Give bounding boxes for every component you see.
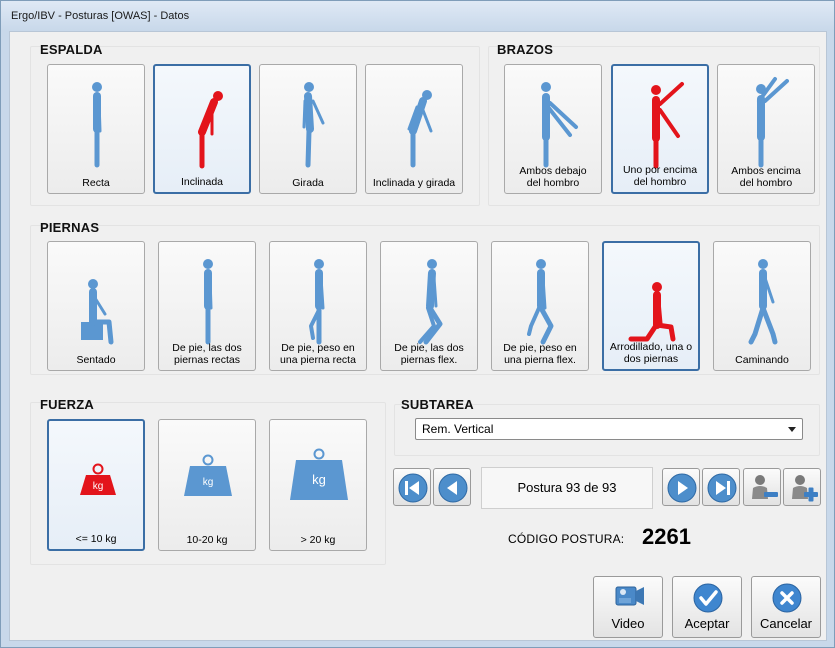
piernas-option-4[interactable]: De pie, las dos piernas flex. bbox=[380, 241, 478, 371]
posture-counter: Postura 93 de 93 bbox=[481, 467, 653, 509]
standing-legs-straight-icon bbox=[203, 259, 213, 345]
espalda-option-label: Inclinada bbox=[180, 176, 224, 188]
piernas-option-label: De pie, peso en una pierna recta bbox=[280, 342, 356, 366]
brazos-option-3[interactable]: Ambos encima del hombro bbox=[717, 64, 815, 194]
skip-last-icon bbox=[707, 473, 737, 503]
fuerza-option-1[interactable]: kg <= 10 kg bbox=[47, 419, 145, 551]
espalda-option-label: Recta bbox=[82, 177, 110, 189]
posture-code-label: CÓDIGO POSTURA: bbox=[508, 532, 625, 546]
espalda-option-3[interactable]: Girada bbox=[259, 64, 357, 194]
twisted-icon bbox=[302, 82, 325, 168]
subtarea-select[interactable]: Rem. Vertical bbox=[415, 418, 803, 440]
piernas-option-label: Caminando bbox=[735, 354, 789, 366]
standing-legs-flexed-icon bbox=[418, 259, 443, 345]
espalda-option-label: Girada bbox=[292, 177, 324, 189]
brazos-option-label: Uno por encima del hombro bbox=[622, 164, 698, 188]
chevron-down-icon[interactable] bbox=[788, 427, 796, 432]
fuerza-title: FUERZA bbox=[40, 397, 94, 412]
window-title: Ergo/IBV - Posturas [OWAS] - Datos bbox=[11, 10, 190, 22]
dialog-client-area: ESPALDA Recta Inclinada Girada Inclinada y … bbox=[9, 31, 827, 641]
piernas-option-label: De pie, las dos piernas rectas bbox=[172, 342, 242, 366]
bent-twisted-icon bbox=[407, 90, 433, 168]
subtarea-title: SUBTAREA bbox=[401, 397, 474, 412]
previous-posture-button[interactable] bbox=[433, 468, 471, 506]
next-posture-button[interactable] bbox=[662, 468, 700, 506]
brazos-option-2[interactable]: Uno por encima del hombro bbox=[611, 64, 709, 194]
espalda-option-4[interactable]: Inclinada y girada bbox=[365, 64, 463, 194]
dialog-window: Ergo/IBV - Posturas [OWAS] - Datos ESPAL… bbox=[0, 0, 835, 648]
posture-code-value: 2261 bbox=[642, 524, 691, 549]
standing-straight-icon bbox=[92, 82, 102, 168]
piernas-option-label: De pie, las dos piernas flex. bbox=[394, 342, 464, 366]
piernas-option-label: Arrodillado, una o dos piernas bbox=[609, 341, 693, 365]
arms-below-icon bbox=[541, 82, 578, 168]
cancel-button[interactable]: Cancelar bbox=[751, 576, 821, 638]
arrow-right-icon bbox=[667, 473, 697, 503]
video-button[interactable]: Video bbox=[593, 576, 663, 638]
espalda-option-label: Inclinada y girada bbox=[372, 177, 456, 189]
one-arm-above-icon bbox=[651, 82, 684, 169]
piernas-option-6[interactable]: Arrodillado, una o dos piernas bbox=[602, 241, 700, 371]
sitting-icon bbox=[81, 279, 114, 345]
both-arms-above-icon bbox=[756, 77, 789, 168]
brazos-option-1[interactable]: Ambos debajo del hombro bbox=[504, 64, 602, 194]
brazos-title: BRAZOS bbox=[497, 42, 554, 57]
piernas-option-1[interactable]: Sentado bbox=[47, 241, 145, 371]
piernas-option-2[interactable]: De pie, las dos piernas rectas bbox=[158, 241, 256, 371]
espalda-title: ESPALDA bbox=[40, 42, 103, 57]
arrow-left-icon bbox=[438, 473, 468, 503]
espalda-option-2[interactable]: Inclinada bbox=[153, 64, 251, 194]
svg-text:kg: kg bbox=[312, 472, 326, 487]
standing-one-leg-icon bbox=[309, 259, 325, 345]
cancel-button-label: Cancelar bbox=[759, 616, 813, 631]
user-add-icon bbox=[792, 475, 818, 502]
user-remove-icon bbox=[752, 475, 778, 499]
brazos-option-label: Ambos encima del hombro bbox=[731, 165, 801, 189]
remove-posture-button[interactable] bbox=[743, 468, 781, 506]
fuerza-option-label: > 20 kg bbox=[300, 534, 336, 546]
walking-icon bbox=[748, 259, 778, 345]
piernas-title: PIERNAS bbox=[40, 220, 100, 235]
piernas-option-5[interactable]: De pie, peso en una pierna flex. bbox=[491, 241, 589, 371]
standing-one-leg-flexed-icon bbox=[527, 259, 554, 345]
kneeling-icon bbox=[628, 282, 676, 342]
weight-medium-icon: kg bbox=[184, 454, 232, 496]
skip-first-icon bbox=[398, 473, 428, 503]
last-posture-button[interactable] bbox=[702, 468, 740, 506]
espalda-option-1[interactable]: Recta bbox=[47, 64, 145, 194]
svg-text:kg: kg bbox=[93, 481, 104, 492]
subtarea-select-value: Rem. Vertical bbox=[422, 422, 494, 436]
weight-large-icon: kg bbox=[290, 448, 348, 500]
video-button-label: Video bbox=[611, 616, 645, 631]
accept-button[interactable]: Aceptar bbox=[672, 576, 742, 638]
accept-button-label: Aceptar bbox=[684, 616, 730, 631]
fuerza-option-3[interactable]: kg > 20 kg bbox=[269, 419, 367, 551]
piernas-option-label: Sentado bbox=[76, 354, 116, 366]
piernas-option-7[interactable]: Caminando bbox=[713, 241, 811, 371]
brazos-option-label: Ambos debajo del hombro bbox=[519, 165, 587, 189]
piernas-option-label: De pie, peso en una pierna flex. bbox=[503, 342, 577, 366]
fuerza-option-2[interactable]: kg 10-20 kg bbox=[158, 419, 256, 551]
svg-text:kg: kg bbox=[203, 477, 214, 488]
add-posture-button[interactable] bbox=[783, 468, 821, 506]
bent-forward-icon bbox=[198, 91, 223, 169]
fuerza-option-label: <= 10 kg bbox=[75, 533, 117, 545]
first-posture-button[interactable] bbox=[393, 468, 431, 506]
piernas-option-3[interactable]: De pie, peso en una pierna recta bbox=[269, 241, 367, 371]
fuerza-option-label: 10-20 kg bbox=[186, 534, 228, 546]
